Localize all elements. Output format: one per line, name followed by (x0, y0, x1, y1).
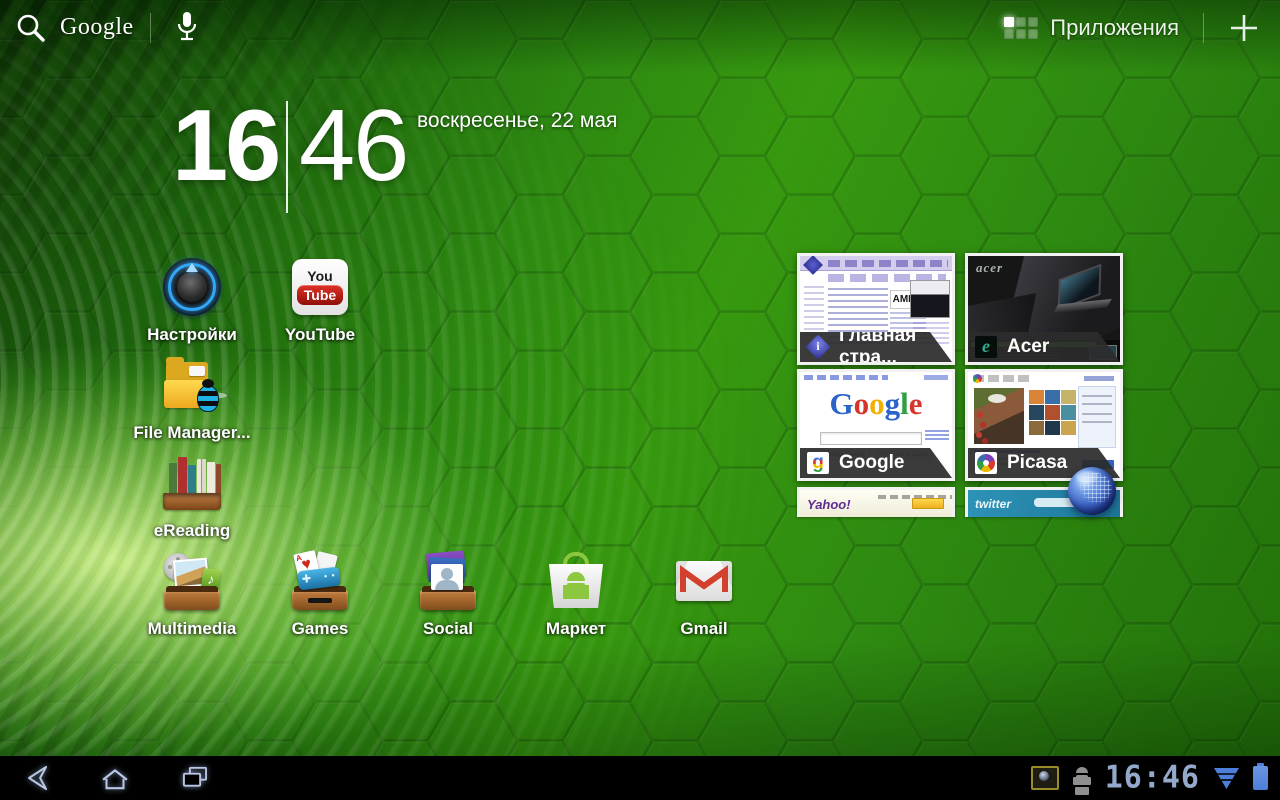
home-button[interactable] (92, 758, 138, 798)
picasa-pinwheel-favicon (975, 452, 997, 474)
bookmark-thumbnail-acer[interactable]: acer e Acer (965, 253, 1123, 365)
app-label: eReading (132, 521, 252, 541)
system-clock[interactable]: 16:46 (1105, 762, 1200, 794)
app-label: Gmail (644, 619, 764, 639)
clock-hours: 16 (172, 96, 278, 197)
app-label: Games (260, 619, 380, 639)
bookmark-label-bar: g Google (800, 448, 952, 478)
youtube-you-text: You (307, 269, 332, 283)
app-shortcut-ereading[interactable]: eReading (132, 454, 252, 541)
back-icon (18, 758, 52, 798)
usb-debug-android-icon[interactable] (1072, 767, 1092, 789)
app-shortcut-youtube[interactable]: You Tube YouTube (260, 258, 380, 345)
top-action-bar: Google Приложения (0, 0, 1280, 55)
settings-knob-icon (163, 258, 221, 316)
apps-button[interactable]: Приложения (996, 11, 1187, 45)
bookmark-title: Picasa (1007, 452, 1067, 474)
bookmark-thumbnail-yahoo[interactable]: Yahoo! (797, 487, 955, 517)
topbar-divider (150, 13, 151, 43)
clock-divider (286, 101, 288, 213)
microphone-icon (175, 10, 199, 46)
bookmark-title: Acer (1007, 336, 1049, 358)
bookmark-thumbnail-picasa[interactable]: Picasa (965, 369, 1123, 481)
acer-favicon: e (975, 336, 997, 358)
google-logo: Google (60, 14, 134, 41)
back-button[interactable] (12, 758, 58, 798)
clock-date: воскресенье, 22 мая (417, 109, 617, 133)
recent-apps-button[interactable] (172, 758, 218, 798)
bookmark-thumbnail-home-page[interactable]: AMD i Главная стра... (797, 253, 955, 365)
app-label: Маркет (516, 619, 636, 639)
ixbt-diamond-favicon: i (806, 335, 831, 360)
bookmark-title: Google (839, 452, 904, 474)
android-market-bag-icon (547, 552, 605, 610)
recent-apps-icon (178, 758, 212, 798)
google-search-widget[interactable]: Google (14, 11, 134, 45)
wifi-signal-icon (1213, 767, 1240, 790)
app-shortcut-gmail[interactable]: Gmail (644, 552, 764, 639)
app-shortcut-games[interactable]: A ♥ Games (260, 552, 380, 639)
app-shortcut-settings[interactable]: Настройки (132, 258, 252, 345)
youtube-icon: You Tube (291, 258, 349, 316)
bookmark-label-bar: i Главная стра... (800, 332, 952, 362)
bookmark-page-preview: Yahoo! (800, 490, 952, 517)
app-label: File Manager... (132, 423, 252, 443)
games-drawer-icon: A ♥ (291, 552, 349, 610)
clock-minutes: 46 (299, 96, 407, 197)
search-icon (14, 11, 48, 45)
system-bar: 16:46 (0, 756, 1280, 800)
apps-button-label: Приложения (1050, 15, 1179, 41)
app-shortcut-social[interactable]: Social (388, 552, 508, 639)
camera-notification-icon[interactable] (1031, 766, 1059, 790)
add-widget-button[interactable] (1220, 8, 1268, 48)
app-shortcut-multimedia[interactable]: ♪ Multimedia (132, 552, 252, 639)
gmail-envelope-icon (675, 552, 733, 610)
battery-icon (1253, 766, 1268, 790)
app-label: Social (388, 619, 508, 639)
bookmark-thumbnail-google[interactable]: Google Google Search I'm Feeling Lucky g… (797, 369, 955, 481)
voice-search-button[interactable] (167, 6, 207, 50)
social-drawer-icon (419, 552, 477, 610)
bookmark-label-bar: e Acer (968, 332, 1120, 362)
google-page-logo: Google (800, 388, 952, 419)
topbar-divider (1203, 13, 1204, 43)
home-icon (98, 758, 132, 798)
plus-icon (1228, 12, 1260, 44)
youtube-tube-text: Tube (297, 285, 343, 305)
clock-widget[interactable]: 16 46 воскресенье, 22 мая (172, 96, 642, 226)
app-label: Multimedia (132, 619, 252, 639)
android-home-screen: Google Приложения (0, 0, 1280, 800)
google-g-favicon: g (807, 452, 829, 474)
browser-globe-icon[interactable] (1068, 467, 1116, 515)
app-shortcut-file-manager[interactable]: File Manager... (132, 356, 252, 443)
status-tray[interactable]: 16:46 (1031, 763, 1268, 793)
app-label: Настройки (132, 325, 252, 345)
multimedia-drawer-icon: ♪ (163, 552, 221, 610)
ereading-bookshelf-icon (163, 454, 221, 512)
app-label: YouTube (260, 325, 380, 345)
file-manager-folder-bee-icon (163, 356, 221, 414)
app-shortcut-market[interactable]: Маркет (516, 552, 636, 639)
apps-grid-icon (1004, 17, 1038, 39)
